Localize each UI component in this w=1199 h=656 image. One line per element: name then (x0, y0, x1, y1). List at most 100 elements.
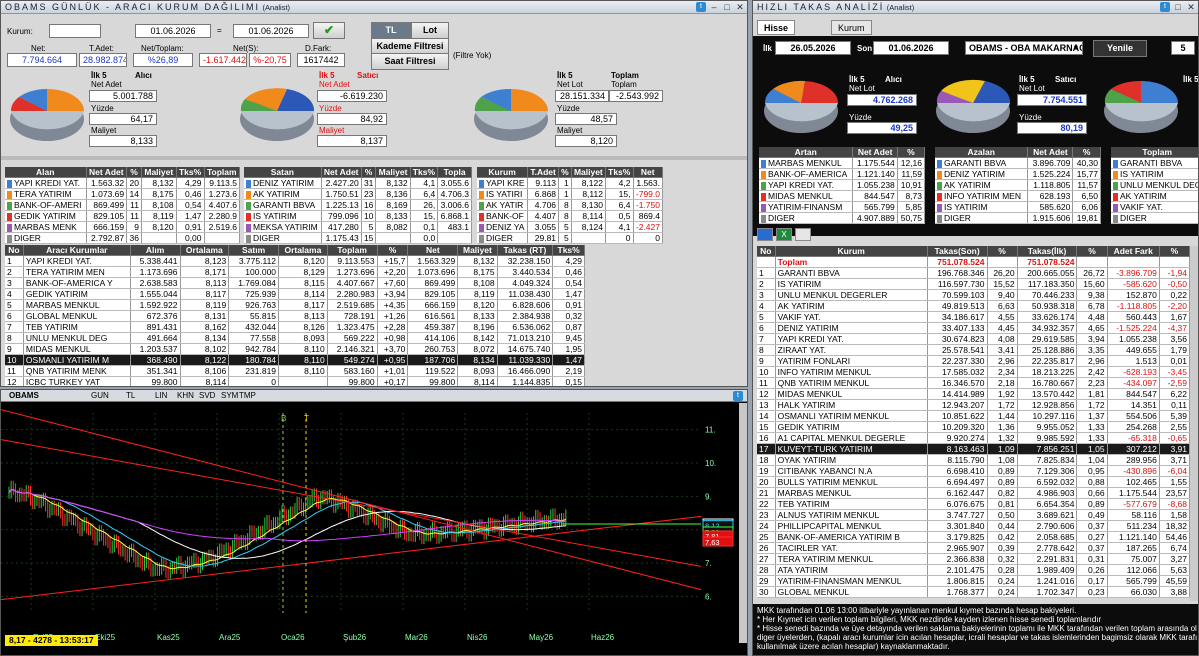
table-row[interactable]: 22 TEB YATIRIM 6.076.675 0,81 6.654.354 0,89 -… (757, 498, 1191, 510)
column-header[interactable]: Aracı Kurumlar (23, 245, 131, 256)
column-header[interactable]: Tks% (176, 167, 205, 178)
column-header[interactable]: Tks% (410, 167, 439, 178)
table-row[interactable]: GARANTI BBVA (1111, 157, 1198, 169)
table-row[interactable]: 8 ZIRAAT YAT. 25.578.541 3,41 25.128.886 3,35… (757, 344, 1191, 356)
table-row[interactable]: MARBAS MENK 666.159 9 8,120 0,91 2.519.6 (5, 221, 241, 233)
column-header[interactable]: Azalan (935, 147, 1029, 158)
table-row[interactable]: 9 YATIRIM FONLARI 22.237.330 2,96 22.235.817… (757, 355, 1191, 367)
table-row[interactable]: 5 VAKIF YAT. 34.186.617 4,55 33.626.174 4,48 5… (757, 311, 1191, 323)
table-row[interactable]: TERA YATIRIM 1.073.69 14 8,175 0,46 1.273.6 (5, 188, 241, 200)
table-row[interactable]: 9 MIDAS MENKUL 1.203.537 8,102 942.784 8,110 2… (5, 343, 585, 355)
column-header[interactable]: Maliyet (457, 245, 498, 256)
column-header[interactable]: Maliyet (375, 167, 411, 178)
lot-toggle[interactable]: Lot (411, 22, 449, 39)
apply-check-button[interactable]: ✔ (313, 22, 345, 39)
chevron-down-icon[interactable]: ▾ (1074, 43, 1078, 52)
table-row[interactable]: 2 IS YATIRIM 116.597.730 15,52 117.183.350 15… (757, 278, 1191, 290)
column-header[interactable]: % (1076, 246, 1108, 257)
tool-tmp[interactable]: TMP (239, 390, 256, 402)
column-header[interactable]: Tks% (552, 245, 585, 256)
table-row[interactable]: 8 UNLU MENKUL DEG 491.664 8,134 77.558 8,093 5… (5, 332, 585, 344)
tl-toggle[interactable]: TL (371, 22, 411, 39)
column-header[interactable]: % (1072, 147, 1101, 158)
broker-distribution-titlebar[interactable]: OBAMS GÜNLÜK - ARACI KURUM DAĞILIMI (Ana… (1, 1, 747, 14)
tool-khn[interactable]: KHN (177, 390, 194, 402)
tool-lin[interactable]: LIN (155, 390, 167, 402)
table-row[interactable]: 6 DENIZ YATIRIM 33.407.133 4,45 34.932.357 4,… (757, 322, 1191, 334)
table-row[interactable]: DENIZ YATIRIM 1.525.224 15,77 (935, 168, 1101, 180)
excel-icon[interactable]: X (776, 228, 792, 241)
column-header[interactable]: Maliyet (571, 167, 606, 178)
table-row[interactable]: AK YATIR 4.706 8 8,130 6,4 -1.750 (477, 199, 663, 211)
table-row[interactable]: 12 MIDAS MENKUL 14.414.989 1,92 13.570.442 1,… (757, 388, 1191, 400)
table-row[interactable]: AK YATIRIM 1.750.51 23 8,136 6,4 4.706.3 (244, 188, 472, 200)
table-row[interactable]: GARANTI BBVA 3.896.709 40,30 (935, 157, 1101, 169)
table-row[interactable]: IS YATIRIM 585.620 6,06 (935, 201, 1101, 213)
column-header[interactable]: Topla (437, 167, 472, 178)
twitter-icon[interactable]: t (696, 2, 706, 12)
column-header[interactable]: Alım (130, 245, 181, 256)
table-row[interactable]: DIGER 1.915.606 19,81 (935, 212, 1101, 224)
top-n-field[interactable]: 5 (1171, 41, 1195, 55)
date-to-field[interactable]: 01.06.2026 (233, 24, 309, 38)
tool-svd[interactable]: SVD (199, 390, 215, 402)
date-from-field[interactable]: 01.06.2026 (135, 24, 211, 38)
table-row[interactable]: DIGER (1111, 212, 1198, 224)
table-row[interactable]: 19 CITIBANK YABANCI N.A 6.698.410 0,89 7.129… (757, 465, 1191, 477)
column-header[interactable]: % (377, 245, 409, 256)
table-row[interactable]: 7 TEB YATIRIM 891.431 8,162 432.044 8,126 1.32… (5, 321, 585, 333)
column-header[interactable]: T.Adet (527, 167, 560, 178)
column-header[interactable]: Toplam (327, 245, 378, 256)
table-row[interactable]: 11 QNB YATIRIM MENK 351.341 8,106 231.819 8,1… (5, 365, 585, 377)
column-header[interactable]: Adet Fark (1107, 246, 1160, 257)
save-icon[interactable] (757, 228, 773, 241)
column-header[interactable]: Ortalama (180, 245, 230, 256)
table-row[interactable]: 15 GEDIK YATIRIM 10.209.320 1,36 9.955.052 1,… (757, 421, 1191, 433)
maximize-icon[interactable]: □ (1173, 2, 1183, 12)
twitter-icon[interactable]: t (1160, 2, 1170, 12)
table-row[interactable]: 12 ICBC TURKEY YAT 99.800 8,114 0 99.800 +0,17… (5, 376, 585, 386)
table-row[interactable]: BANK-OF-AMERICA 1.121.140 11,59 (759, 168, 926, 180)
table-row[interactable]: 16 A1 CAPITAL MENKUL DEGERLE 9.920.274 1,32… (757, 432, 1191, 444)
column-header[interactable]: Net Adet (852, 147, 898, 158)
table-row[interactable]: 20 BULLS YATIRIM MENKUL 6.694.497 0,89 6.592… (757, 476, 1191, 488)
column-header[interactable]: Maliyet (141, 167, 177, 178)
chart-scrollbar[interactable] (739, 403, 747, 643)
table-row[interactable]: YAPI KRE 9.113 1 8,122 4,2 1.563. (477, 177, 663, 189)
takas-titlebar[interactable]: HIZLI TAKAS ANALİZİ (Analist) t □ ✕ (753, 1, 1198, 14)
column-header[interactable]: Net (407, 245, 459, 256)
table-row[interactable]: 17 KUVEYT-TURK YATIRIM 8.163.463 1,09 7.856.… (757, 443, 1191, 455)
table-row[interactable]: 3 UNLU MENKUL DEGERLER 70.599.103 9,40 70.44… (757, 289, 1191, 301)
table-row[interactable]: INFO YATIRIM MEN 628.193 6,50 (935, 190, 1101, 202)
table-row[interactable]: 7 YAPI KREDI YAT. 30.674.823 4,08 29.619.585… (757, 333, 1191, 345)
table-row[interactable]: 26 TACIRLER YAT. 2.965.907 0,39 2.778.642 0,3… (757, 542, 1191, 554)
table-row[interactable]: IS YATIRIM 799.096 10 8,133 15, 6.868.1 (244, 210, 472, 222)
table-row[interactable]: 5 MARBAS MENKUL 1.592.922 8,119 926.763 8,117… (5, 299, 585, 311)
table-row[interactable]: 10 INFO YATIRIM MENKUL 17.585.032 2,34 18.21… (757, 366, 1191, 378)
table-row[interactable]: DENIZ YA 3.055 5 8,124 4,1 -2.427 (477, 221, 663, 233)
column-header[interactable]: Takas(İlk) (1017, 246, 1078, 257)
column-header[interactable]: Artan (759, 147, 854, 158)
table-row[interactable]: UNLU MENKUL DEG (1111, 179, 1198, 191)
column-header[interactable]: Net Adet (86, 167, 128, 178)
tab-kurum[interactable]: Kurum (831, 20, 872, 35)
close-icon[interactable]: ✕ (1186, 2, 1196, 12)
table-row[interactable]: GEDIK YATIRIM 829.105 11 8,119 1,47 2.280.9 (5, 210, 241, 222)
column-header[interactable]: Takas (RT) (497, 245, 554, 256)
column-header[interactable]: Net (633, 167, 663, 178)
table-row[interactable]: YATIRIM-FINANSM 565.799 5,85 (759, 201, 926, 213)
table-row[interactable]: 30 GLOBAL MENKUL 1.768.377 0,24 1.702.347 0,2… (757, 586, 1191, 598)
table-row[interactable]: 13 HALK YATIRIM 12.943.207 1,72 12.928.856 1,… (757, 399, 1191, 411)
table-row[interactable]: VAKIF YAT. (1111, 201, 1198, 213)
price-chart[interactable]: 11.10.9.8.7.6.Eyl25Eki25Kas25Ara25Oca26Ş… (1, 403, 739, 643)
table-row[interactable]: 18 OYAK YATIRIM 8.115.790 1,08 7.825.834 1,04… (757, 454, 1191, 466)
column-header[interactable]: Ortalama (278, 245, 328, 256)
ilk-date-field[interactable]: 26.05.2026 (775, 41, 851, 55)
column-header[interactable]: Satım (228, 245, 280, 256)
column-header[interactable]: Satan (244, 167, 322, 178)
table-row[interactable]: 1 YAPI KREDI YAT. 5.338.441 8,123 3.775.112 8… (5, 255, 585, 267)
column-header[interactable]: Net Adet (321, 167, 362, 178)
column-header[interactable]: % (558, 167, 572, 178)
table-row[interactable]: MEKSA YATIRIM 417.280 5 8,082 0,1 483.1 (244, 221, 472, 233)
saat-filter-button[interactable]: Saat Filtresi (371, 53, 449, 70)
